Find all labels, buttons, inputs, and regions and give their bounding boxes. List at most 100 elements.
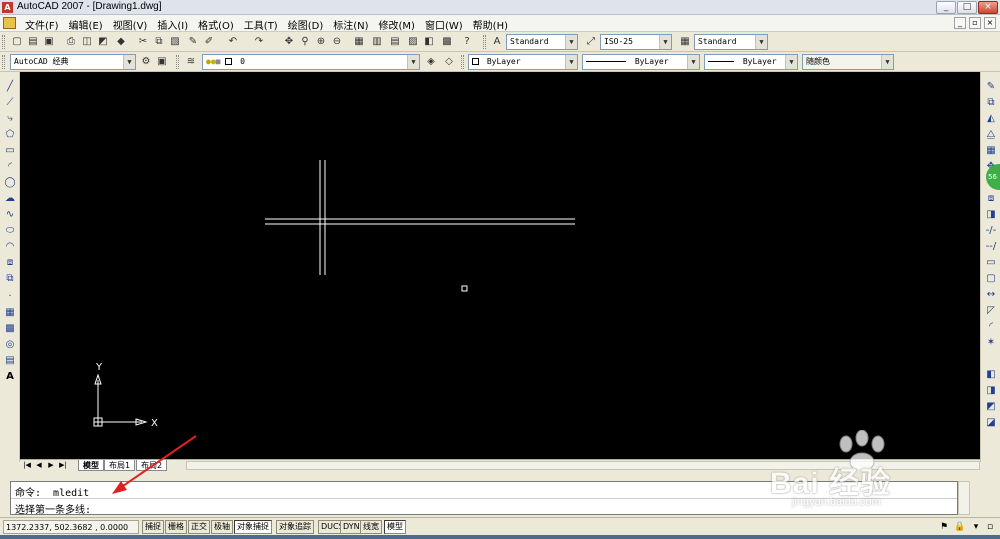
menu-insert[interactable]: 插入(I): [152, 17, 193, 32]
line-icon[interactable]: ╱: [3, 80, 17, 94]
toolbar-grip[interactable]: [176, 55, 179, 69]
doc-close-button[interactable]: ×: [984, 17, 996, 29]
fillet-icon[interactable]: ◜: [984, 320, 998, 334]
toolbar-grip[interactable]: [461, 55, 464, 69]
chevron-down-icon[interactable]: ▼: [123, 55, 135, 69]
mirror-icon[interactable]: ◭: [984, 112, 998, 126]
chevron-down-icon[interactable]: ▼: [881, 55, 893, 69]
paste-icon[interactable]: ▧: [168, 35, 182, 49]
ellipse-arc-icon[interactable]: ◠: [3, 240, 17, 254]
status-menu-icon[interactable]: ▾: [970, 521, 982, 533]
maximize-button[interactable]: □: [957, 1, 977, 14]
dim-style-select[interactable]: ISO-25 ▼: [600, 34, 672, 50]
menu-help[interactable]: 帮助(H): [468, 17, 513, 32]
calculator-icon[interactable]: ▩: [440, 35, 454, 49]
array-icon[interactable]: ▦: [984, 144, 998, 158]
save-icon[interactable]: ▣: [42, 35, 56, 49]
ortho-toggle[interactable]: 正交: [188, 520, 210, 534]
copy-object-icon[interactable]: ⧉: [984, 96, 998, 110]
draworder-above-icon[interactable]: ◩: [984, 400, 998, 414]
layer-previous-icon[interactable]: ◇: [442, 55, 456, 69]
linetype-select[interactable]: ByLayer ▼: [582, 54, 700, 70]
multiline-text-icon[interactable]: A: [3, 370, 17, 384]
spline-icon[interactable]: ∿: [3, 208, 17, 222]
print-preview-icon[interactable]: ◫: [80, 35, 94, 49]
model-space-toggle[interactable]: 模型: [384, 520, 406, 534]
chevron-down-icon[interactable]: ▼: [407, 55, 419, 69]
menu-edit[interactable]: 编辑(E): [64, 17, 108, 32]
tool-palettes-icon[interactable]: ▤: [388, 35, 402, 49]
menu-dimension[interactable]: 标注(N): [328, 17, 373, 32]
draworder-under-icon[interactable]: ◪: [984, 416, 998, 430]
chamfer-icon[interactable]: ◸: [984, 304, 998, 318]
print-icon[interactable]: ⎙: [64, 35, 78, 49]
my-workspace-icon[interactable]: ▣: [155, 55, 169, 69]
hatch-icon[interactable]: ▦: [3, 306, 17, 320]
close-button[interactable]: ×: [978, 1, 998, 14]
arc-icon[interactable]: ◜: [3, 160, 17, 174]
extend-icon[interactable]: --/: [984, 240, 998, 254]
redo-icon[interactable]: ↷: [252, 35, 266, 49]
markup-icon[interactable]: ◧: [422, 35, 436, 49]
chevron-down-icon[interactable]: ▼: [565, 55, 577, 69]
zoom-previous-icon[interactable]: ⊖: [330, 35, 344, 49]
revision-cloud-icon[interactable]: ☁: [3, 192, 17, 206]
minimize-button[interactable]: _: [936, 1, 956, 14]
first-tab-icon[interactable]: |◀: [22, 461, 32, 470]
cut-icon[interactable]: ✂: [136, 35, 150, 49]
properties-icon[interactable]: ▦: [352, 35, 366, 49]
otrack-toggle[interactable]: 对象追踪: [276, 520, 314, 534]
draworder-back-icon[interactable]: ◨: [984, 384, 998, 398]
text-style-select[interactable]: Standard ▼: [506, 34, 578, 50]
zoom-window-icon[interactable]: ⊕: [314, 35, 328, 49]
3d-dwf-icon[interactable]: ◆: [114, 35, 128, 49]
prev-tab-icon[interactable]: ◀: [34, 461, 44, 470]
menu-format[interactable]: 格式(O): [193, 17, 239, 32]
doc-restore-button[interactable]: ▫: [969, 17, 981, 29]
drawing-canvas[interactable]: Y X: [20, 72, 980, 460]
offset-icon[interactable]: ⧋: [984, 128, 998, 142]
toolbar-grip[interactable]: [483, 35, 486, 49]
zoom-realtime-icon[interactable]: ⚲: [298, 35, 312, 49]
last-tab-icon[interactable]: ▶|: [58, 461, 68, 470]
rectangle-icon[interactable]: ▭: [3, 144, 17, 158]
block-editor-icon[interactable]: ✐: [202, 35, 216, 49]
chevron-down-icon[interactable]: ▼: [755, 35, 767, 49]
break-icon[interactable]: ▢: [984, 272, 998, 286]
open-file-icon[interactable]: ▤: [26, 35, 40, 49]
insert-block-icon[interactable]: ⧈: [3, 256, 17, 270]
lineweight-select[interactable]: ByLayer ▼: [704, 54, 798, 70]
copy-icon[interactable]: ⧉: [152, 35, 166, 49]
match-properties-icon[interactable]: ✎: [186, 35, 200, 49]
next-tab-icon[interactable]: ▶: [46, 461, 56, 470]
construction-line-icon[interactable]: ⟋: [3, 96, 17, 110]
workspace-select[interactable]: AutoCAD 经典 ▼: [10, 54, 136, 70]
sheet-set-icon[interactable]: ▨: [406, 35, 420, 49]
stretch-icon[interactable]: ◨: [984, 208, 998, 222]
region-icon[interactable]: ◎: [3, 338, 17, 352]
polygon-icon[interactable]: ⬠: [3, 128, 17, 142]
publish-icon[interactable]: ◩: [96, 35, 110, 49]
polar-toggle[interactable]: 极轴: [211, 520, 233, 534]
menu-tools[interactable]: 工具(T): [239, 17, 283, 32]
doc-minimize-button[interactable]: _: [954, 17, 966, 29]
toolbar-grip[interactable]: [2, 55, 5, 69]
snap-toggle[interactable]: 捕捉: [142, 520, 164, 534]
tab-model[interactable]: 模型: [78, 460, 104, 471]
join-icon[interactable]: ↔: [984, 288, 998, 302]
tab-layout1[interactable]: 布局1: [104, 460, 136, 471]
pan-icon[interactable]: ✥: [282, 35, 296, 49]
plot-style-select[interactable]: 随颜色 ▼: [802, 54, 894, 70]
layer-manager-icon[interactable]: ≋: [184, 55, 198, 69]
chevron-down-icon[interactable]: ▼: [785, 55, 797, 69]
menu-window[interactable]: 窗口(W): [420, 17, 468, 32]
help-icon[interactable]: ?: [460, 35, 474, 49]
draworder-front-icon[interactable]: ◧: [984, 368, 998, 382]
erase-icon[interactable]: ✎: [984, 80, 998, 94]
clean-screen-icon[interactable]: ▫: [984, 521, 996, 533]
point-icon[interactable]: ·: [3, 290, 17, 304]
osnap-toggle[interactable]: 对象捕捉: [234, 520, 272, 534]
new-file-icon[interactable]: ▢: [10, 35, 24, 49]
ellipse-icon[interactable]: ⬭: [3, 224, 17, 238]
design-center-icon[interactable]: ▥: [370, 35, 384, 49]
